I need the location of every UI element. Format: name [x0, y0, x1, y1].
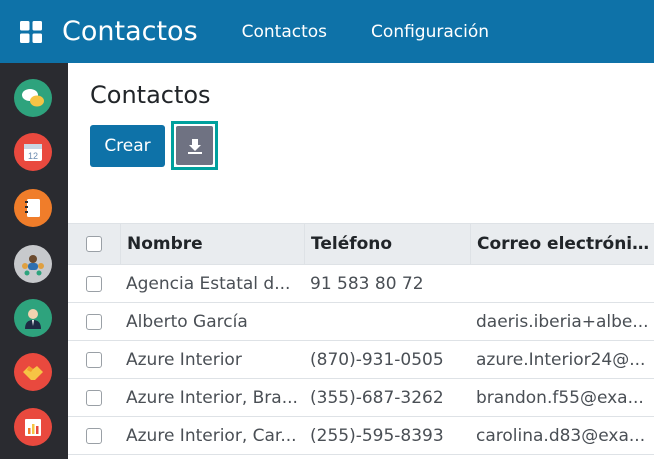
row-name: Alberto García — [126, 311, 248, 332]
row-checkbox[interactable] — [86, 427, 102, 444]
row-phone-cell: (255)-595-8393 — [304, 417, 470, 454]
row-email: azure.Interior24@... — [476, 349, 646, 370]
row-phone-cell: 91 583 80 72 — [304, 265, 470, 302]
column-header-phone[interactable]: Teléfono — [304, 224, 470, 264]
employees-icon — [25, 309, 41, 329]
row-select-cell — [68, 265, 120, 302]
row-email-cell: azure.Interior24@... — [470, 341, 654, 378]
reports-icon — [25, 419, 41, 436]
table-row[interactable]: Azure Interior, Car... (255)-595-8393 ca… — [68, 417, 654, 455]
row-checkbox[interactable] — [86, 275, 102, 292]
row-select-cell — [68, 341, 120, 378]
row-email-cell: brandon.f55@exa... — [470, 379, 654, 416]
calendar-icon: 12 — [24, 144, 42, 161]
select-all-checkbox[interactable] — [86, 236, 102, 252]
calendar-app-icon[interactable]: 12 — [14, 133, 52, 171]
row-name-cell: Agencia Estatal d... — [120, 265, 304, 302]
column-header-email[interactable]: Correo electrónic... — [470, 224, 654, 264]
download-icon — [187, 138, 202, 154]
row-select-cell — [68, 379, 120, 416]
row-phone: (870)-931-0505 — [310, 349, 444, 370]
top-navbar: Contactos Contactos Configuración — [0, 0, 654, 63]
table-header-row: Nombre Teléfono Correo electrónic... — [68, 223, 654, 265]
select-all-cell — [68, 224, 120, 264]
contacts-icon — [22, 255, 44, 276]
crm-app-icon[interactable] — [14, 353, 52, 391]
row-name-cell: Azure Interior, Bra... — [120, 379, 304, 416]
row-name: Azure Interior, Bra... — [126, 387, 298, 408]
employees-app-icon[interactable] — [14, 299, 52, 337]
row-email-cell — [470, 265, 654, 302]
discuss-icon — [22, 89, 44, 107]
create-button[interactable]: Crear — [90, 125, 165, 167]
crm-icon — [23, 366, 43, 380]
apps-menu-button[interactable] — [0, 0, 62, 63]
notes-icon — [25, 199, 40, 217]
table-row[interactable]: Azure Interior, Bra... (355)-687-3262 br… — [68, 379, 654, 417]
contacts-table: Nombre Teléfono Correo electrónic... Age… — [68, 223, 654, 455]
app-title[interactable]: Contactos — [62, 16, 198, 47]
row-phone-cell: (870)-931-0505 — [304, 341, 470, 378]
row-email-cell: daeris.iberia+albe... — [470, 303, 654, 340]
page-title: Contactos — [90, 81, 211, 109]
table-row[interactable]: Alberto García daeris.iberia+albe... — [68, 303, 654, 341]
row-checkbox[interactable] — [86, 389, 102, 406]
row-checkbox[interactable] — [86, 351, 102, 368]
table-row[interactable]: Agencia Estatal d... 91 583 80 72 — [68, 265, 654, 303]
discuss-app-icon[interactable] — [14, 79, 52, 117]
row-email-cell: carolina.d83@exa... — [470, 417, 654, 454]
row-select-cell — [68, 303, 120, 340]
row-email: carolina.d83@exa... — [476, 425, 646, 446]
app-sidebar: 12 — [0, 63, 68, 459]
row-name: Azure Interior, Car... — [126, 425, 297, 446]
row-phone-cell: (355)-687-3262 — [304, 379, 470, 416]
reports-app-icon[interactable] — [14, 408, 52, 446]
row-phone: (255)-595-8393 — [310, 425, 444, 446]
row-name-cell: Azure Interior, Car... — [120, 417, 304, 454]
download-button[interactable] — [176, 126, 213, 165]
svg-text:12: 12 — [28, 151, 38, 161]
row-name-cell: Alberto García — [120, 303, 304, 340]
row-name: Agencia Estatal d... — [126, 273, 291, 294]
row-email: daeris.iberia+albe... — [476, 311, 649, 332]
row-phone-cell — [304, 303, 470, 340]
row-checkbox[interactable] — [86, 313, 102, 330]
row-phone: 91 583 80 72 — [310, 273, 424, 294]
menu-configuracion[interactable]: Configuración — [371, 22, 489, 42]
menu-contactos[interactable]: Contactos — [242, 22, 327, 42]
row-email: brandon.f55@exa... — [476, 387, 644, 408]
row-select-cell — [68, 417, 120, 454]
table-row[interactable]: Azure Interior (870)-931-0505 azure.Inte… — [68, 341, 654, 379]
column-header-email-label: Correo electrónic... — [477, 234, 654, 254]
contacts-app-icon[interactable] — [14, 245, 52, 283]
row-phone: (355)-687-3262 — [310, 387, 444, 408]
grid-icon — [20, 20, 42, 43]
column-header-phone-label: Teléfono — [311, 234, 393, 254]
main-content: Contactos Crear Nombre Teléfono Correo e… — [68, 63, 654, 459]
download-button-focus — [171, 121, 218, 170]
notes-app-icon[interactable] — [14, 189, 52, 227]
row-name-cell: Azure Interior — [120, 341, 304, 378]
row-name: Azure Interior — [126, 349, 242, 370]
column-header-name[interactable]: Nombre — [120, 224, 304, 264]
column-header-name-label: Nombre — [127, 234, 203, 254]
